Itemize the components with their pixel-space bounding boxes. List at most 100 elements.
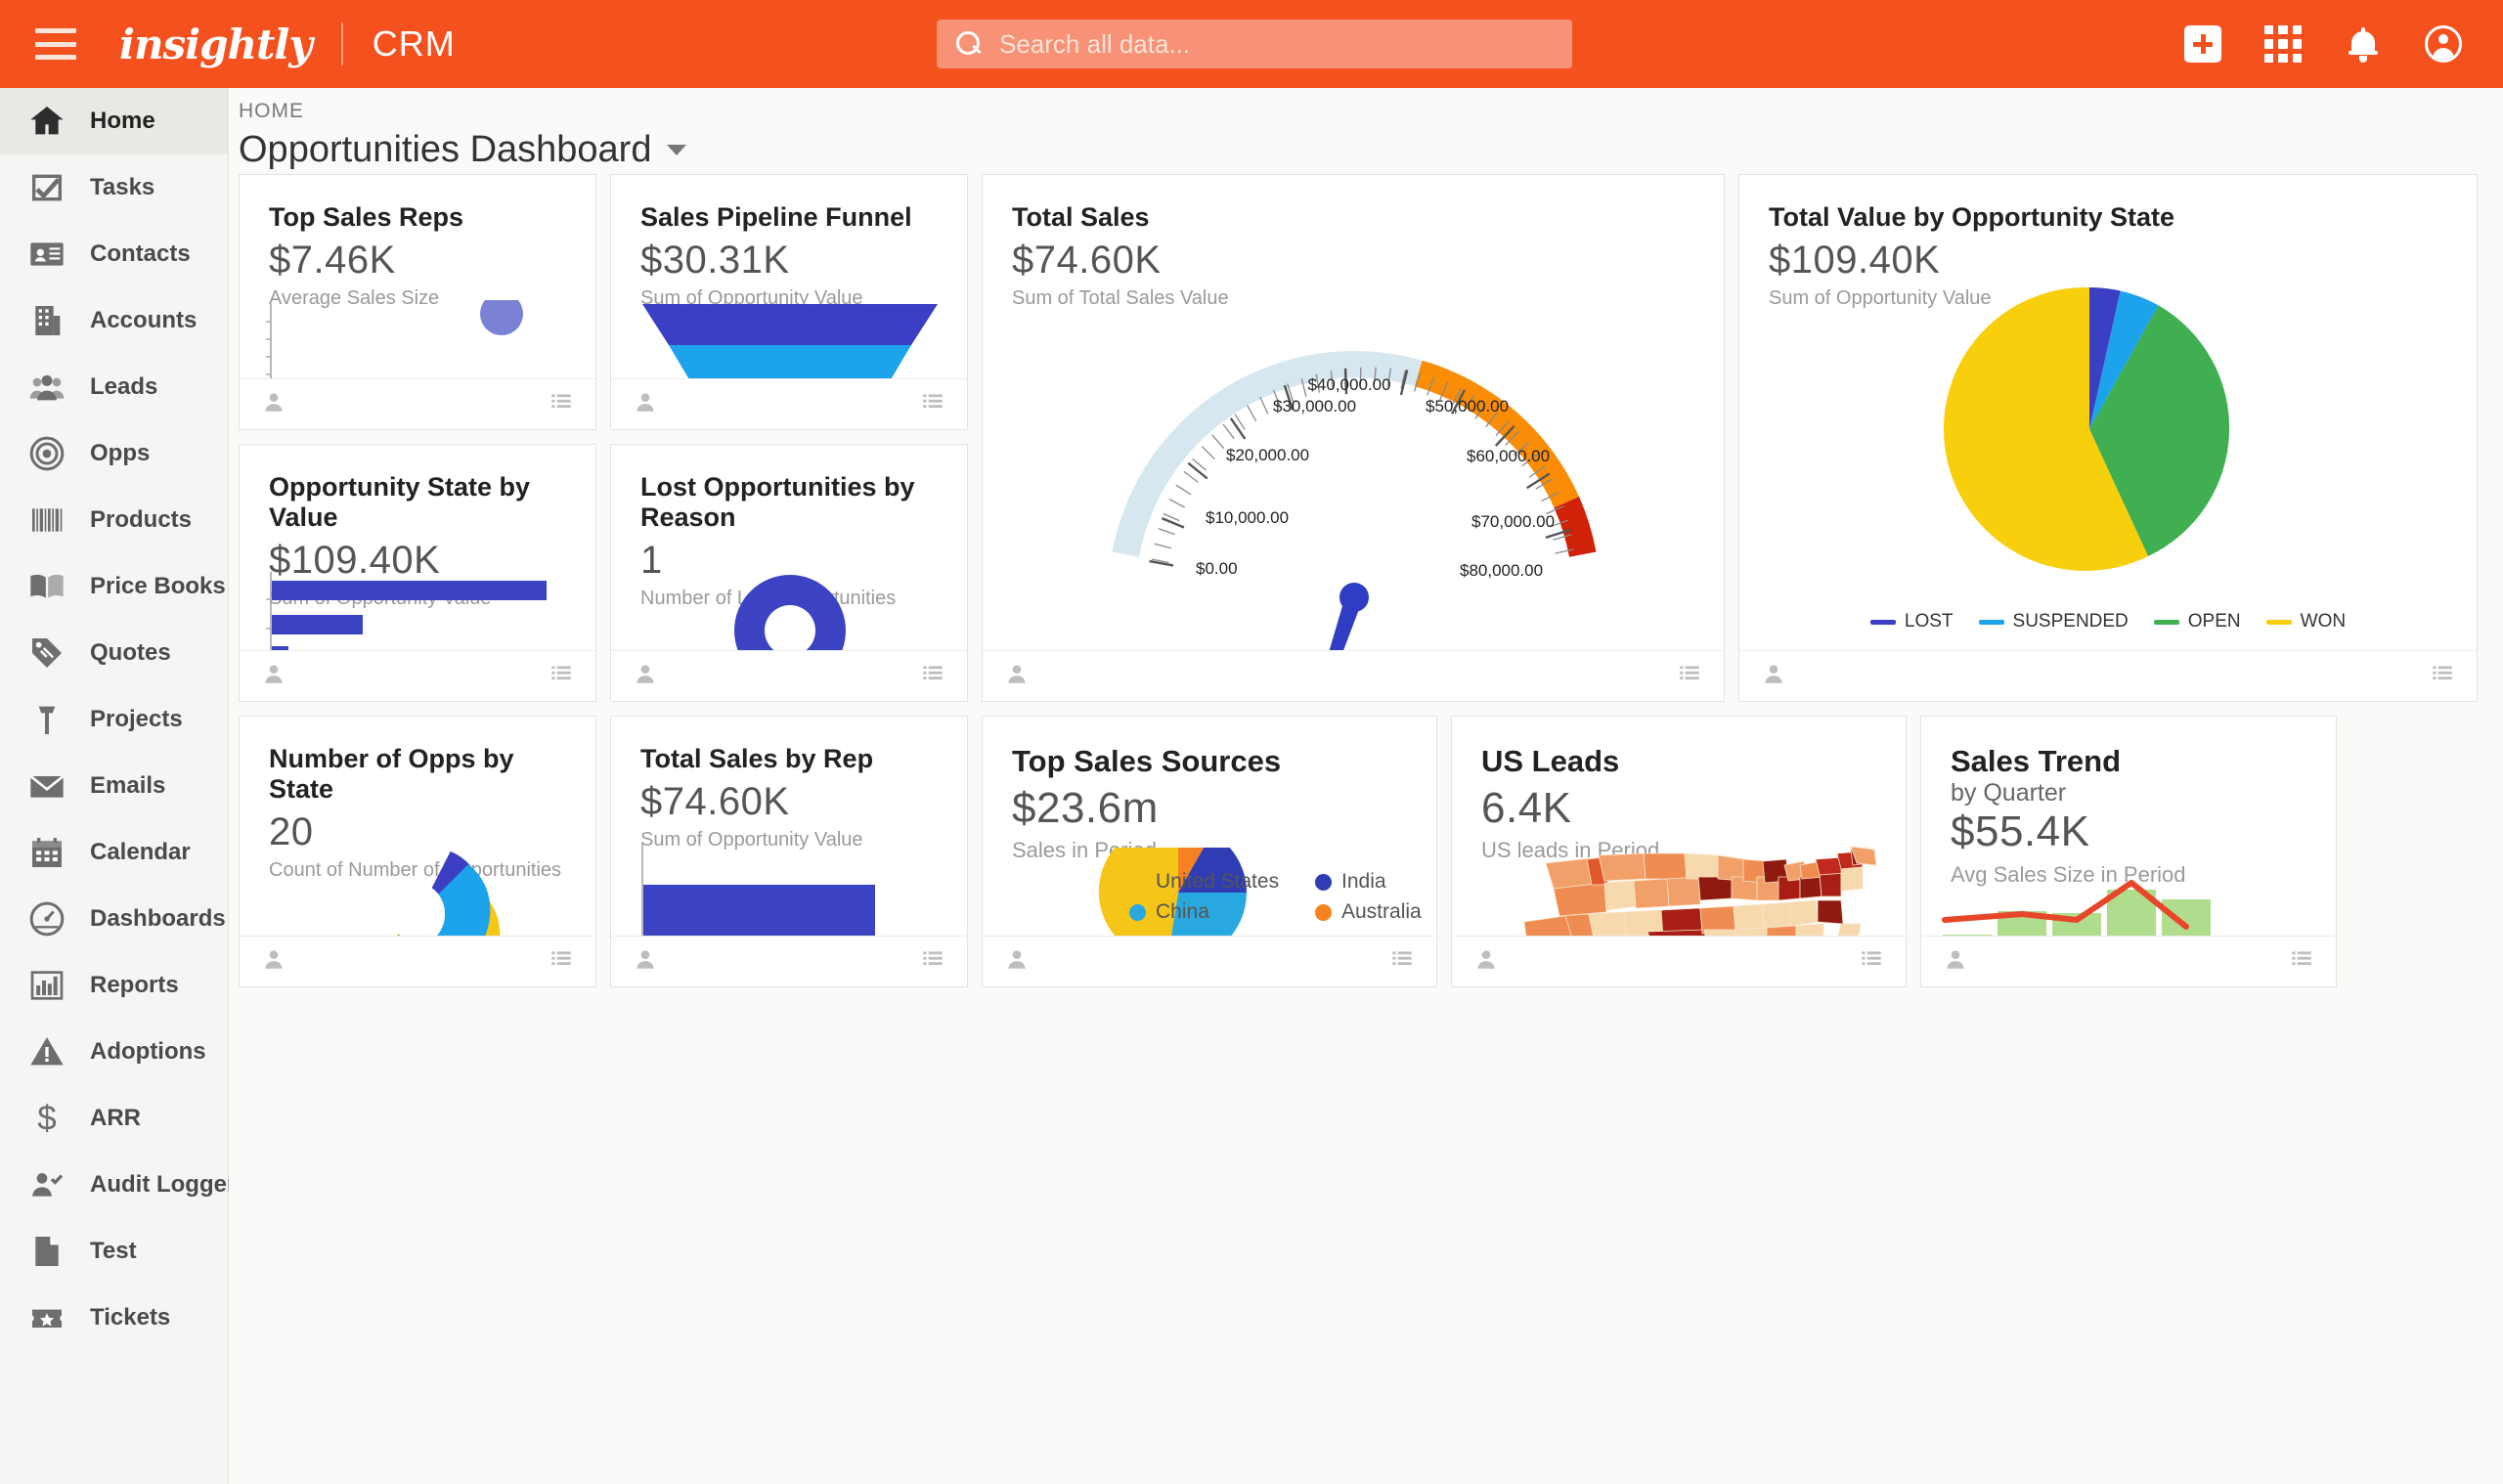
open-book-icon [27, 567, 66, 606]
card-total-value-by-opportunity-state[interactable]: Total Value by Opportunity State $109.40… [1738, 174, 2478, 702]
sidebar-item-opps[interactable]: Opps [0, 420, 228, 487]
legend-item-united-states[interactable]: United States [1129, 870, 1315, 894]
card-footer [611, 378, 967, 429]
sidebar-item-label: Reports [90, 972, 179, 998]
add-icon[interactable] [2184, 25, 2221, 63]
card-title: Opportunity State by Value [269, 472, 531, 533]
legend-item-open[interactable]: OPEN [2153, 611, 2241, 633]
sidebar-item-home[interactable]: Home [0, 88, 228, 154]
chevron-down-icon[interactable] [667, 145, 687, 155]
svg-text:$60,000.00: $60,000.00 [1467, 447, 1550, 465]
view-as-list-icon[interactable] [1859, 946, 1884, 977]
notification-bell-icon[interactable] [2345, 25, 2382, 63]
document-icon [27, 1232, 66, 1271]
owner-avatar-icon[interactable] [1761, 661, 1786, 691]
sidebar-item-label: Test [90, 1238, 137, 1264]
top-navigation-bar: insightly CRM [0, 0, 2503, 88]
sidebar-item-calendar[interactable]: Calendar [0, 819, 228, 886]
sidebar-item-reports[interactable]: Reports [0, 952, 228, 1019]
view-as-list-icon[interactable] [2430, 661, 2455, 691]
card-total-sales[interactable]: Total Sales $74.60K Sum of Total Sales V… [982, 174, 1725, 702]
global-search-box[interactable] [937, 20, 1572, 68]
card-body: Sales Pipeline Funnel $30.31K Sum of Opp… [611, 175, 967, 378]
insightly-logo[interactable]: insightly [119, 21, 313, 68]
check-square-icon [27, 168, 66, 207]
legend-label: SUSPENDED [2012, 611, 2129, 632]
sidebar-item-accounts[interactable]: Accounts [0, 287, 228, 354]
card-body: Top Sales Sources $23.6m Sales in Period [983, 717, 1436, 936]
card-footer [611, 936, 967, 986]
sidebar-item-label: Calendar [90, 839, 191, 865]
card-sales-pipeline-funnel[interactable]: Sales Pipeline Funnel $30.31K Sum of Opp… [610, 174, 968, 430]
view-as-list-icon[interactable] [2289, 946, 2314, 977]
legend-label: China [1156, 900, 1209, 923]
sidebar-item-emails[interactable]: Emails [0, 753, 228, 819]
sidebar-item-label: Audit Loggers [90, 1171, 249, 1198]
sidebar-item-leads[interactable]: Leads [0, 354, 228, 420]
hamburger-menu-icon[interactable] [35, 28, 76, 60]
card-top-sales-sources[interactable]: Top Sales Sources $23.6m Sales in Period [982, 716, 1437, 987]
legend-item-won[interactable]: WON [2265, 611, 2347, 633]
sidebar-item-products[interactable]: Products [0, 487, 228, 553]
owner-avatar-icon[interactable] [261, 389, 286, 419]
sidebar-item-label: Adoptions [90, 1038, 206, 1065]
sidebar-item-contacts[interactable]: Contacts [0, 221, 228, 287]
legend-item-australia[interactable]: Australia [1315, 900, 1436, 924]
card-total-sales-by-rep[interactable]: Total Sales by Rep $74.60K Sum of Opport… [610, 716, 968, 987]
owner-avatar-icon[interactable] [633, 946, 658, 977]
legend-item-india[interactable]: India [1315, 870, 1436, 894]
card-value: $109.40K [1769, 239, 1941, 283]
card-us-leads[interactable]: US Leads 6.4K US leads in Period [1451, 716, 1907, 987]
owner-avatar-icon[interactable] [1004, 661, 1030, 691]
sidebar-item-price-books[interactable]: Price Books [0, 553, 228, 620]
page-title-row[interactable]: Opportunities Dashboard [239, 129, 2503, 171]
sidebar-item-dashboards[interactable]: Dashboards [0, 886, 228, 952]
search-input[interactable] [999, 28, 1572, 60]
owner-avatar-icon[interactable] [633, 661, 658, 691]
sidebar-item-tickets[interactable]: Tickets [0, 1285, 228, 1351]
legend-item-china[interactable]: China [1129, 900, 1315, 924]
view-as-list-icon[interactable] [1389, 946, 1415, 977]
view-as-list-icon[interactable] [920, 389, 945, 419]
view-as-list-icon[interactable] [1677, 661, 1702, 691]
search-icon [956, 31, 982, 57]
legend-item-suspended[interactable]: SUSPENDED [1978, 611, 2129, 633]
legend-label: India [1341, 870, 1386, 893]
owner-avatar-icon[interactable] [1943, 946, 1968, 977]
svg-text:$10,000.00: $10,000.00 [1206, 508, 1289, 527]
sidebar-item-arr[interactable]: $ ARR [0, 1085, 228, 1152]
owner-avatar-icon[interactable] [633, 389, 658, 419]
owner-avatar-icon[interactable] [1004, 946, 1030, 977]
owner-avatar-icon[interactable] [1473, 946, 1499, 977]
legend-item-lost[interactable]: LOST [1869, 611, 1954, 633]
card-footer [1452, 936, 1906, 986]
legend-label: WON [2300, 611, 2347, 632]
sidebar-item-audit-loggers[interactable]: Audit Loggers [0, 1152, 249, 1218]
sidebar-item-tasks[interactable]: Tasks [0, 154, 228, 221]
apps-grid-icon[interactable] [2264, 25, 2302, 63]
owner-avatar-icon[interactable] [261, 661, 286, 691]
sidebar-item-adoptions[interactable]: Adoptions [0, 1019, 228, 1085]
view-as-list-icon[interactable] [549, 389, 574, 419]
card-number-of-opps-by-state[interactable]: Number of Opps by State 20 Count of Numb… [239, 716, 596, 987]
view-as-list-icon[interactable] [920, 946, 945, 977]
view-as-list-icon[interactable] [549, 946, 574, 977]
user-avatar-icon[interactable] [2425, 25, 2462, 63]
card-top-sales-reps[interactable]: Top Sales Reps $7.46K Average Sales Size [239, 174, 596, 430]
people-icon [27, 368, 66, 407]
card-title: Total Sales [1012, 202, 1150, 232]
breadcrumb[interactable]: HOME [239, 100, 2503, 123]
sidebar-item-quotes[interactable]: Quotes [0, 620, 228, 686]
card-lost-opportunities-by-reason[interactable]: Lost Opportunities by Reason 1 Number of… [610, 444, 968, 702]
view-as-list-icon[interactable] [920, 661, 945, 691]
view-as-list-icon[interactable] [549, 661, 574, 691]
chart-total-value-pie [1739, 284, 2477, 650]
card-sales-trend[interactable]: Sales Trend by Quarter $55.4K Avg Sales … [1920, 716, 2337, 987]
chart-sales-pipeline-funnel [611, 300, 967, 378]
chart-total-sales-gauge: $0.00 $10,000.00 $20,000.00 $30,000.00 $… [983, 284, 1724, 650]
card-opportunity-state-by-value[interactable]: Opportunity State by Value $109.40K Sum … [239, 444, 596, 702]
sidebar-item-projects[interactable]: Projects [0, 686, 228, 753]
owner-avatar-icon[interactable] [261, 946, 286, 977]
sidebar-item-label: Tickets [90, 1304, 171, 1331]
sidebar-item-test[interactable]: Test [0, 1218, 228, 1285]
